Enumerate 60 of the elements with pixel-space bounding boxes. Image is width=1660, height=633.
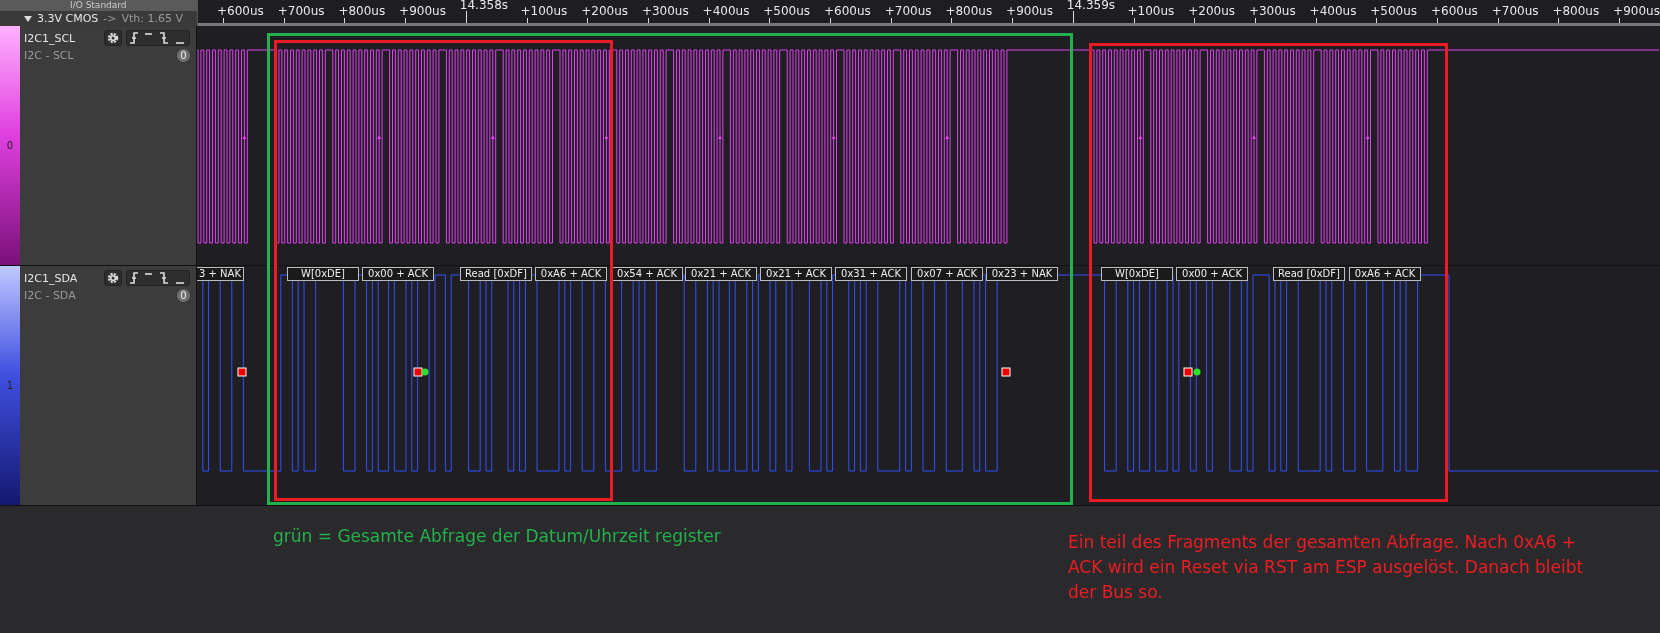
tick-label: +800us	[1552, 4, 1600, 18]
settings-icon	[107, 32, 119, 44]
settings-button[interactable]	[104, 270, 122, 286]
decoded-frame-label: W[0xDE]	[1101, 267, 1173, 281]
tick-label: +700us	[277, 4, 325, 18]
settings-button[interactable]	[104, 30, 122, 46]
caret-icon[interactable]	[24, 15, 32, 22]
tick-label: +300us	[1248, 4, 1296, 18]
tick-label: +500us	[763, 4, 811, 18]
tick-label: +600us	[824, 4, 871, 18]
decoded-frame-label: 0x21 + ACK	[760, 267, 832, 281]
decoded-frame-label: Read [0xDF]	[1273, 267, 1345, 281]
channel-name[interactable]: I2C1_SCL	[24, 31, 76, 45]
decoded-frame-label: 0x31 + ACK	[835, 267, 907, 281]
time-marker-label: 14.359s	[1066, 0, 1116, 9]
count-badge: 0	[177, 289, 190, 302]
channel-name[interactable]: I2C1_SDA	[24, 271, 78, 285]
tick-label: +400us	[702, 4, 750, 18]
threshold-label: Vth: 1.65 V	[121, 12, 184, 25]
decoded-frame-label: 0x07 + ACK	[911, 267, 983, 281]
decoded-frame-label: W[0xDE]	[287, 267, 359, 281]
decoded-frame-label: 0x00 + ACK	[1176, 267, 1248, 281]
time-marker-label: 14.358s	[459, 0, 509, 9]
tick-label: +500us	[1370, 4, 1418, 18]
analyzer-name: I2C - SDA	[24, 289, 76, 302]
decoded-frame-label: 0x54 + ACK	[611, 267, 683, 281]
decoded-frame-label: 0xA6 + ACK	[1349, 267, 1421, 281]
settings-icon	[107, 272, 119, 284]
annotation-note: grün = Gesamte Abfrage der Datum/Uhrzeit register	[273, 525, 722, 548]
count-badge: 0	[177, 49, 190, 62]
decoded-frame-label: 3 + NAK	[197, 267, 244, 281]
tick-label: +100us	[520, 4, 568, 18]
io-standard-label: I/O Standard	[0, 0, 197, 11]
decoded-frame-label: 0x21 + ACK	[685, 267, 757, 281]
tick-label: +900us	[1006, 4, 1053, 18]
tick-label: +600us	[217, 4, 264, 18]
trigger-buttons[interactable]	[126, 270, 190, 286]
tick-label: +700us	[1491, 4, 1539, 18]
analyzer-name: I2C - SCL	[24, 49, 74, 62]
arrow-text: ->	[103, 12, 117, 25]
tick-label: +900us	[399, 4, 446, 18]
annotation-note: Ein teil des Fragments der gesamten Abfrage. Nach 0xA6 + ACK wird ein Reset via RST am ESP ausgelöst. Danach bleibt der Bus so.	[1068, 531, 1585, 604]
decoded-frame-label: 0x00 + ACK	[362, 267, 434, 281]
io-standard-value[interactable]: 3.3V CMOS	[37, 12, 99, 25]
tick-label: +800us	[338, 4, 386, 18]
tick-label: +200us	[1188, 4, 1235, 18]
tick-label: +400us	[1309, 4, 1357, 18]
channel-index: 0	[6, 140, 14, 151]
tick-label: +300us	[641, 4, 689, 18]
tick-label: +200us	[581, 4, 628, 18]
decoded-frame-label: 0x23 + NAK	[986, 267, 1058, 281]
tick-label: +900us	[1613, 4, 1660, 18]
tick-label: +800us	[945, 4, 993, 18]
channel-index: 1	[6, 380, 14, 391]
trigger-buttons[interactable]	[126, 30, 190, 46]
decoded-frame-label: 0xA6 + ACK	[535, 267, 607, 281]
tick-label: +700us	[884, 4, 932, 18]
decoded-frame-label: Read [0xDF]	[460, 267, 532, 281]
tick-label: +100us	[1127, 4, 1175, 18]
tick-label: +600us	[1431, 4, 1478, 18]
